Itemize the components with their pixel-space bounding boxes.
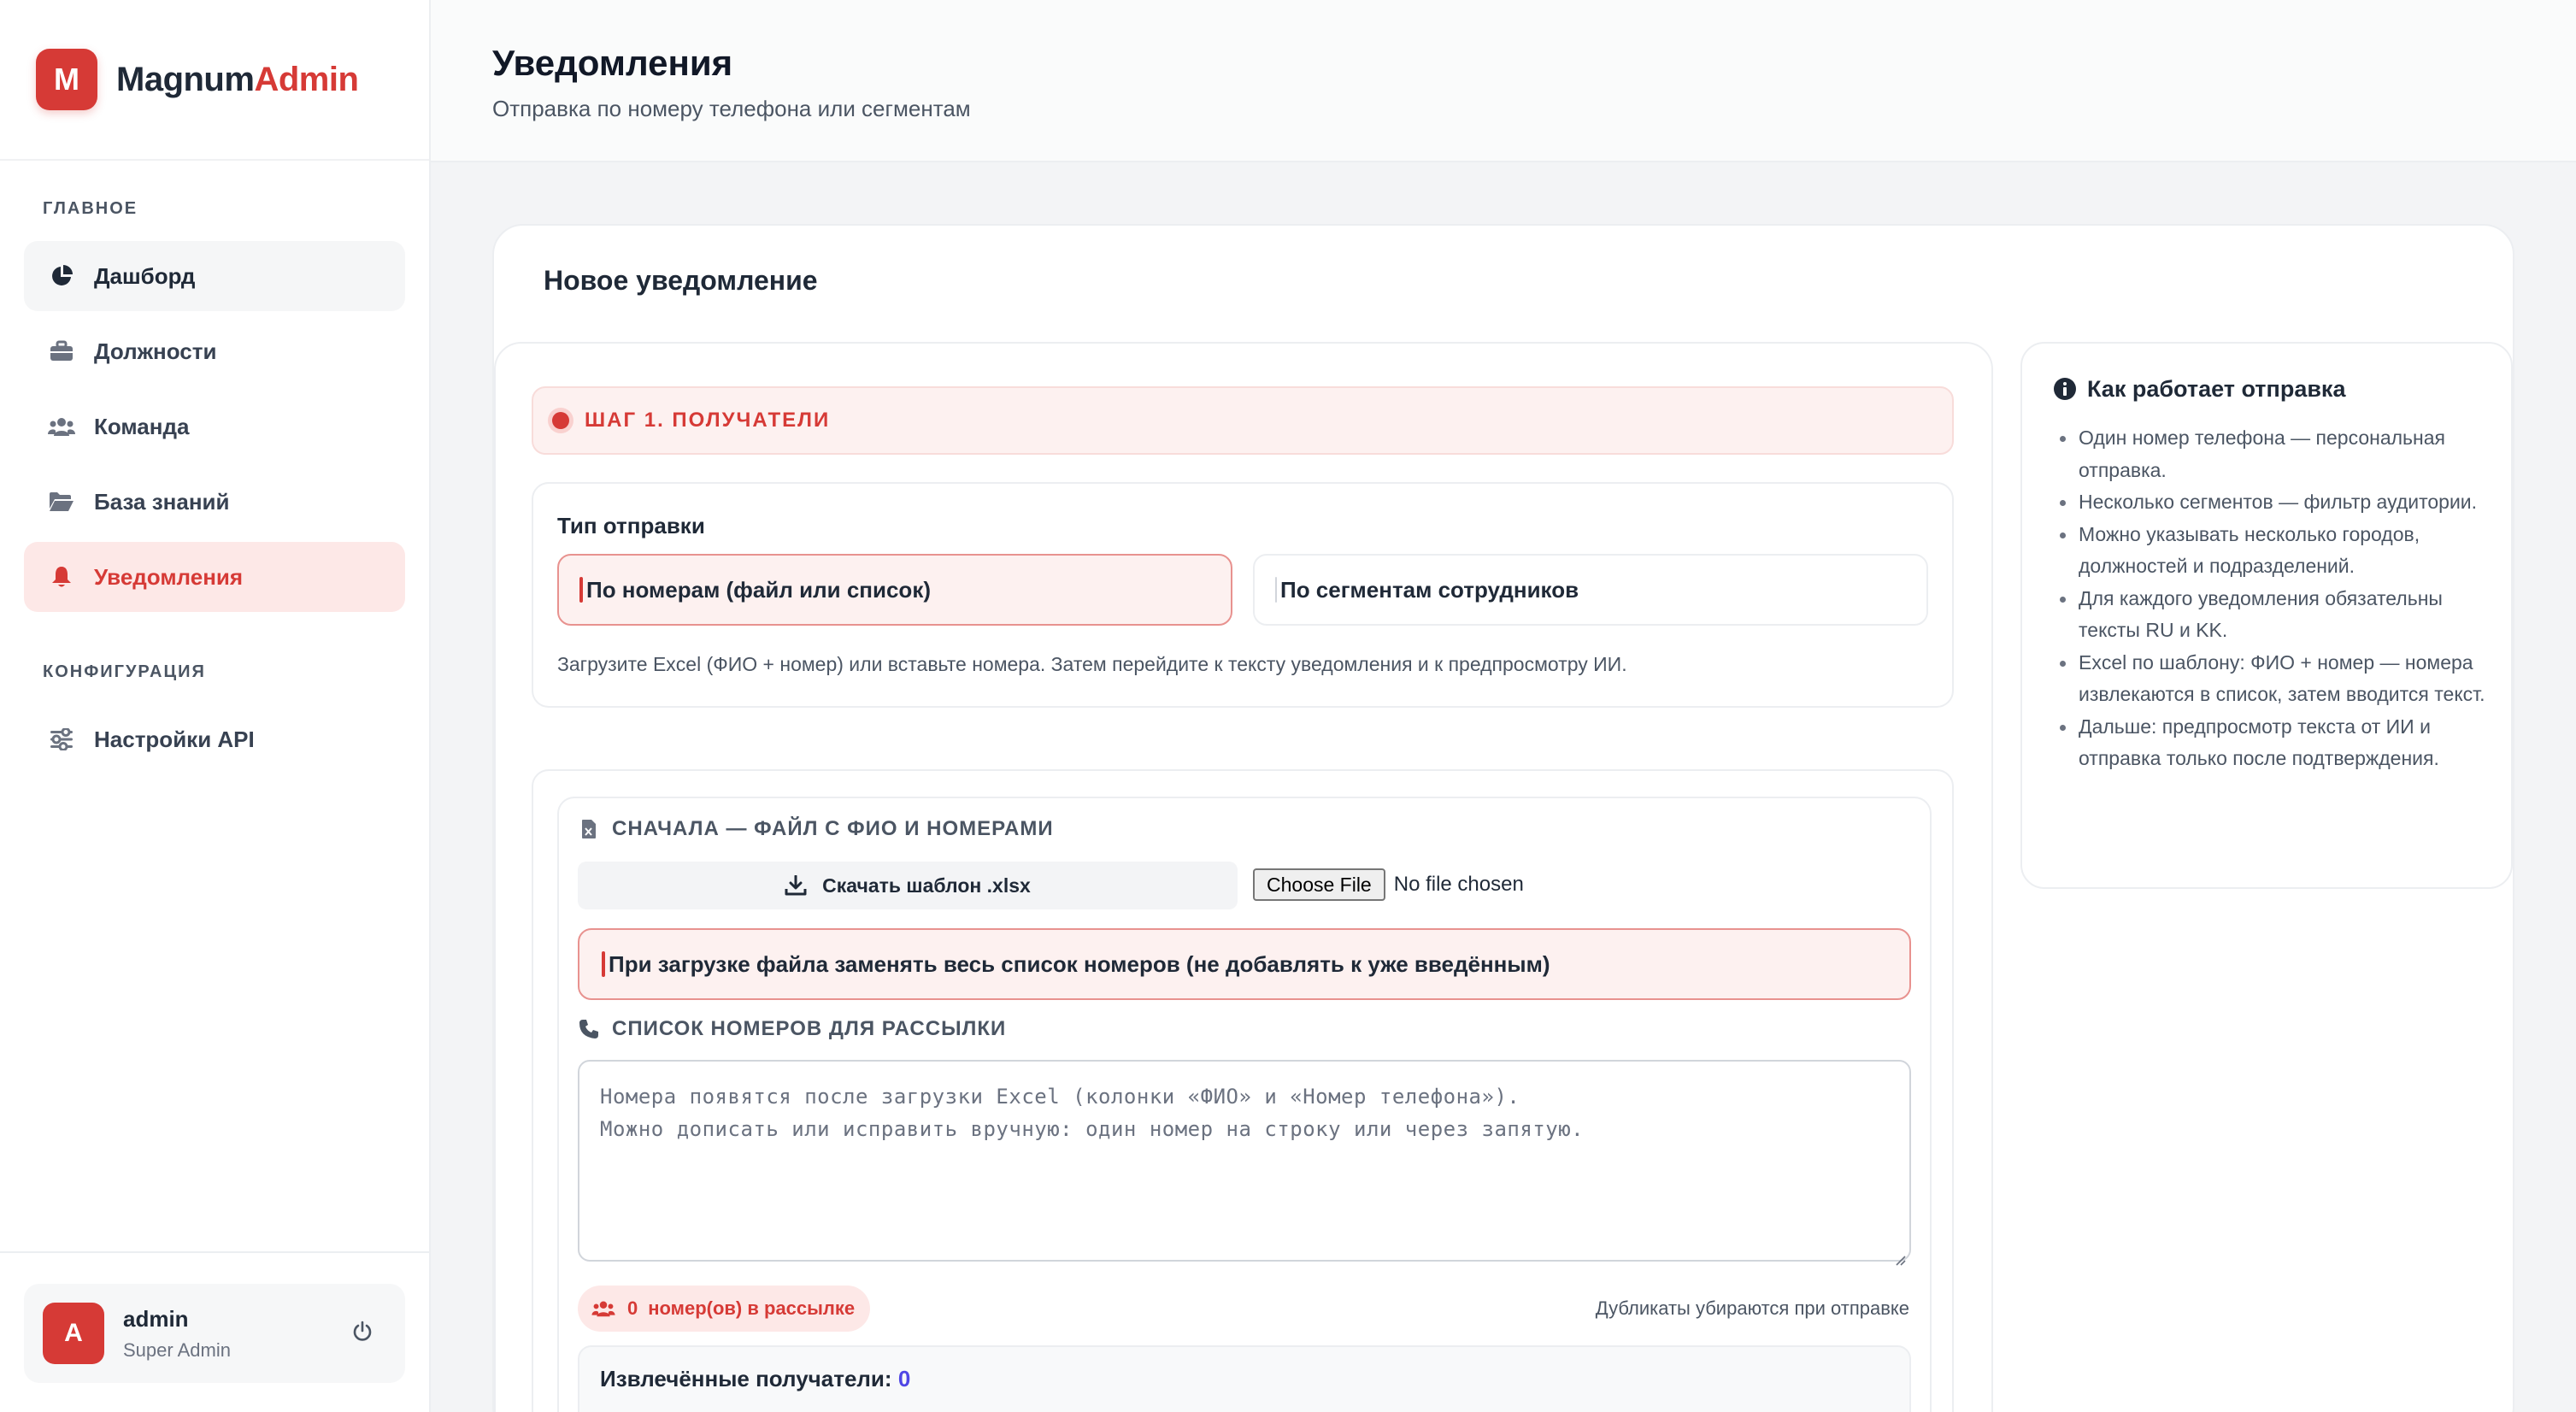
extracted-label: Извлечённые получатели: [600,1366,892,1391]
file-section-title: СНАЧАЛА — ФАЙЛ С ФИО И НОМЕРАМИ [578,817,1054,841]
new-notification-card: Новое уведомление ШАГ 1. ПОЛУЧАТЕЛИ Тип … [492,224,2514,1412]
folder-open-icon [48,488,75,515]
sidebar-item-knowledge-base[interactable]: База знаний [24,467,405,537]
brand-logo[interactable]: M [36,49,97,110]
file-input[interactable]: Choose File No file chosen [1253,868,1524,901]
recipients-count-label: номер(ов) в рассылке [648,1297,856,1319]
user-name: admin [123,1305,189,1332]
users-icon [48,413,75,440]
brand[interactable]: M MagnumAdmin [0,0,429,161]
logout-button[interactable] [345,1316,379,1350]
info-circle-icon [2053,377,2079,403]
brand-name-main: Magnum [116,60,255,98]
sidebar-item-label: Должности [94,338,217,364]
how-it-works-panel: Как работает отправка Один номер телефон… [2020,342,2513,889]
download-icon [785,875,807,896]
option-indicator [602,951,605,977]
sidebar-item-notifications[interactable]: Уведомления [24,542,405,612]
step-label: ШАГ 1. ПОЛУЧАТЕЛИ [585,409,831,432]
info-list: Один номер телефона — персональная отпра… [2055,422,2491,775]
sidebar: M MagnumAdmin ГЛАВНОЕ Дашборд Должности … [0,0,431,1412]
info-item: Для каждого уведомления обязательны текс… [2055,583,2491,647]
option-indicator [1275,577,1277,603]
numbers-section-label: СПИСОК НОМЕРОВ ДЛЯ РАССЫЛКИ [612,1017,1007,1040]
step-dot-icon [552,412,569,429]
user-card[interactable]: A admin Super Admin [24,1284,405,1383]
user-role: Super Admin [123,1338,231,1361]
recipients-count-badge: 0 номер(ов) в рассылке [578,1286,871,1332]
sidebar-item-team[interactable]: Команда [24,391,405,462]
option-label: По сегментам сотрудников [1280,576,1579,603]
numbers-section-title: СПИСОК НОМЕРОВ ДЛЯ РАССЫЛКИ [578,1017,1006,1041]
option-label: По номерам (файл или список) [586,576,931,603]
info-item: Excel по шаблону: ФИО + номер — номера и… [2055,647,2491,711]
resize-handle-icon[interactable] [1892,1243,1906,1266]
extracted-count: 0 [897,1366,911,1391]
sidebar-item-label: Команда [94,413,190,439]
sidebar-item-label: Настройки API [94,726,255,752]
numbers-textarea[interactable]: Номера появятся после загрузки Excel (ко… [578,1060,1911,1266]
nav-section-main: ГЛАВНОЕ [43,199,138,218]
info-title-label: Как работает отправка [2087,376,2346,402]
send-type-label: Тип отправки [557,513,705,538]
brand-name-accent: Admin [254,60,359,98]
bell-icon [48,563,75,591]
info-item: Один номер телефона — персональная отпра… [2055,422,2491,486]
nav-section-config: КОНФИГУРАЦИЯ [43,662,206,681]
download-template-label: Скачать шаблон .xlsx [822,874,1031,897]
avatar: A [43,1303,104,1364]
sidebar-item-label: Дашборд [94,262,196,289]
send-type-box: Тип отправки По номерам (файл или список… [532,482,1954,708]
briefcase-icon [48,338,75,365]
phone-icon [578,1018,600,1040]
file-excel-icon [578,818,600,840]
recipients-inner: СНАЧАЛА — ФАЙЛ С ФИО И НОМЕРАМИ Скачать … [557,797,1932,1412]
extracted-recipients: Извлечённые получатели: 0 [578,1345,1911,1412]
recipients-count: 0 [627,1297,638,1319]
page-subtitle: Отправка по номеру телефона или сегмента… [492,96,971,121]
option-by-segments[interactable]: По сегментам сотрудников [1253,554,1928,626]
file-status: No file chosen [1393,873,1524,896]
page-header: Уведомления Отправка по номеру телефона … [431,0,2576,162]
step-banner: ШАГ 1. ПОЛУЧАТЕЛИ [532,386,1954,455]
info-item: Несколько сегментов — фильтр аудитории. [2055,486,2491,519]
recipients-panel: СНАЧАЛА — ФАЙЛ С ФИО И НОМЕРАМИ Скачать … [532,769,1954,1412]
power-icon [351,1321,373,1347]
sidebar-divider [0,1251,431,1253]
sliders-icon [48,726,75,753]
replace-list-option[interactable]: При загрузке файла заменять весь список … [578,928,1911,1000]
replace-list-label: При загрузке файла заменять весь список … [609,950,1550,977]
send-type-hint: Загрузите Excel (ФИО + номер) или вставь… [557,653,1627,675]
info-item: Дальше: предпросмотр текста от ИИ и отпр… [2055,711,2491,775]
users-icon [591,1299,615,1318]
file-section-label: СНАЧАЛА — ФАЙЛ С ФИО И НОМЕРАМИ [612,817,1054,840]
info-item: Можно указывать несколько городов, должн… [2055,519,2491,583]
sidebar-item-label: База знаний [94,488,230,515]
sidebar-item-dashboard[interactable]: Дашборд [24,241,405,311]
sidebar-item-label: Уведомления [94,563,244,590]
duplicates-note: Дубликаты убираются при отправке [1595,1297,1909,1319]
numbers-placeholder: Номера появятся после загрузки Excel (ко… [600,1085,1585,1141]
user-info: admin Super Admin [123,1306,345,1362]
choose-file-button[interactable]: Choose File [1253,868,1385,901]
page-title: Уведомления [492,43,733,83]
chart-pie-icon [48,262,75,290]
option-indicator [579,577,583,603]
sidebar-item-api-settings[interactable]: Настройки API [24,704,405,774]
brand-name[interactable]: MagnumAdmin [116,60,359,99]
sidebar-item-positions[interactable]: Должности [24,316,405,386]
card-title: Новое уведомление [544,265,818,296]
option-by-numbers[interactable]: По номерам (файл или список) [557,554,1232,626]
download-template-button[interactable]: Скачать шаблон .xlsx [578,862,1238,909]
info-title: Как работает отправка [2053,376,2345,403]
form-panel: ШАГ 1. ПОЛУЧАТЕЛИ Тип отправки По номера… [494,342,1993,1412]
